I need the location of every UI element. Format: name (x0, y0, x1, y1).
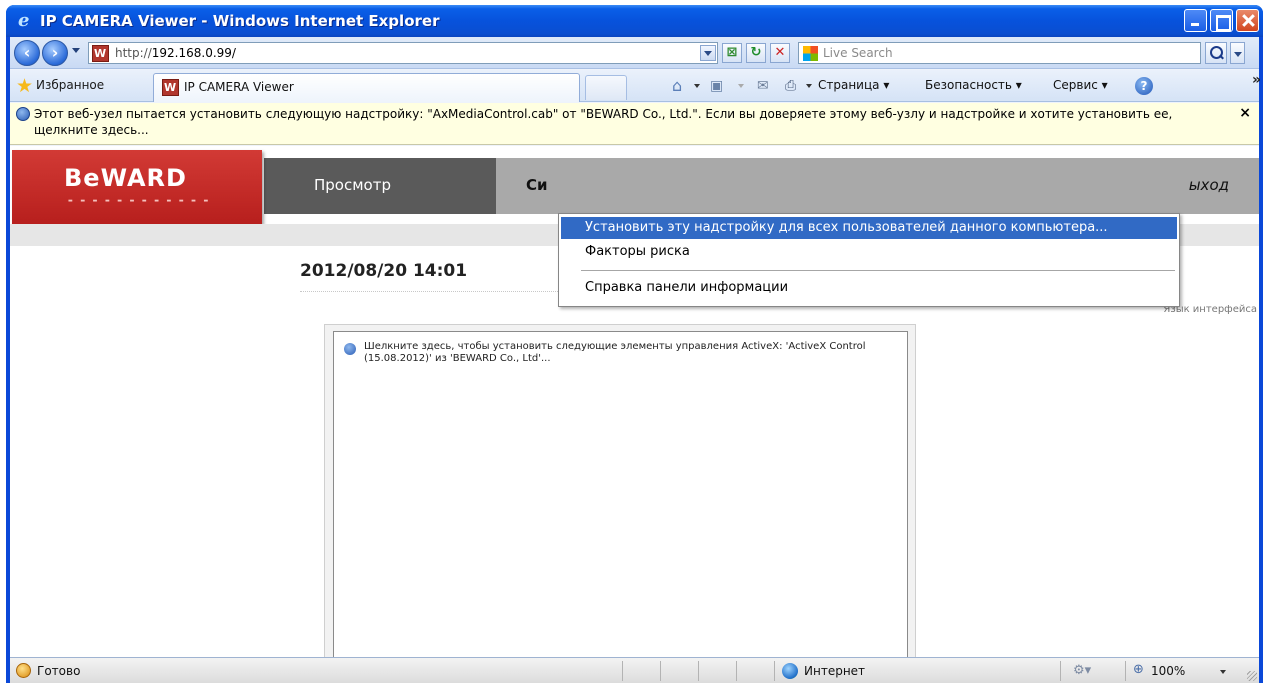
site-navbar: Просмотр Си ыход (264, 158, 1259, 214)
print-icon[interactable]: ⎙ (785, 77, 796, 95)
activex-notice[interactable]: Шелкните здесь, чтобы установить следующ… (364, 341, 899, 365)
zoom-level[interactable]: 100% (1151, 664, 1185, 678)
security-zone[interactable]: Интернет (804, 664, 865, 678)
compat-view-icon[interactable]: ⊠ (722, 43, 742, 63)
close-icon[interactable]: × (1239, 105, 1251, 121)
browser-client-area: ‹ › http://192.168.0.99/ ⊠ ↻ ✕ Live Sear… (10, 37, 1261, 683)
status-divider (1060, 661, 1061, 681)
help-icon[interactable]: ? (1135, 77, 1153, 95)
maximize-button[interactable] (1210, 9, 1233, 32)
video-frame: Шелкните здесь, чтобы установить следующ… (324, 324, 916, 657)
ie-logo-icon: e (18, 10, 30, 31)
feeds-icon[interactable]: ▣ (710, 77, 723, 95)
tools-menu[interactable]: Сервис ▾ (1053, 78, 1108, 92)
forward-button[interactable]: › (42, 40, 68, 66)
logo-text: BeWARD (64, 164, 187, 192)
status-divider (1125, 661, 1126, 681)
close-window-button[interactable] (1236, 9, 1259, 32)
status-divider (660, 661, 661, 681)
logo-tagline: ▬ ▬ ▬ ▬ ▬ ▬ ▬ ▬ ▬ ▬ ▬ ▬ (68, 198, 212, 204)
browser-window: e IP CAMERA Viewer - Windows Internet Ex… (6, 5, 1263, 683)
print-dropdown-icon[interactable] (806, 84, 812, 88)
refresh-icon[interactable]: ↻ (746, 43, 766, 63)
menu-separator (581, 270, 1175, 271)
more-commands-icon[interactable]: » (1252, 72, 1261, 88)
activex-placeholder[interactable]: Шелкните здесь, чтобы установить следующ… (333, 331, 908, 657)
site-favicon-icon (92, 45, 109, 62)
home-dropdown-icon[interactable] (694, 84, 700, 88)
search-input[interactable]: Live Search (798, 42, 1201, 64)
page-status-icon (16, 663, 31, 678)
command-bar: ★ Избранное IP CAMERA Viewer ⌂ ▣ ✉ ⎙ Стр… (10, 70, 1261, 102)
status-divider (622, 661, 623, 681)
information-bar-text[interactable]: Этот веб-узел пытается установить следую… (34, 106, 1224, 138)
address-toolbar: ‹ › http://192.168.0.99/ ⊠ ↻ ✕ Live Sear… (10, 37, 1259, 69)
mail-icon[interactable]: ✉ (757, 77, 769, 95)
status-divider (774, 661, 775, 681)
home-icon[interactable]: ⌂ (672, 77, 682, 95)
infobar-context-menu: Установить эту надстройку для всех польз… (558, 213, 1180, 307)
minimize-button[interactable] (1184, 9, 1207, 32)
status-divider (698, 661, 699, 681)
recent-pages-dropdown[interactable] (72, 48, 80, 53)
url-prefix: http:// (115, 46, 152, 60)
activex-shield-icon (344, 343, 356, 355)
search-options-button[interactable] (1230, 42, 1245, 64)
tab-favicon-icon (162, 79, 179, 96)
menu-item-risk-factors[interactable]: Факторы риска (561, 241, 1177, 263)
shield-info-icon (16, 107, 30, 121)
nav-item-exit[interactable]: ыход (1189, 176, 1229, 194)
back-button[interactable]: ‹ (14, 40, 40, 66)
page-menu[interactable]: Страница ▾ (818, 78, 889, 92)
nav-item-system[interactable]: Си (526, 176, 548, 194)
internet-zone-icon[interactable] (782, 663, 798, 679)
status-text: Готово (37, 664, 81, 678)
live-search-icon (803, 46, 818, 61)
stop-icon[interactable]: ✕ (770, 43, 790, 63)
menu-item-install-for-all[interactable]: Установить эту надстройку для всех польз… (561, 217, 1177, 239)
beward-logo[interactable]: BeWARD ▬ ▬ ▬ ▬ ▬ ▬ ▬ ▬ ▬ ▬ ▬ ▬ (12, 150, 262, 224)
information-bar[interactable]: Этот веб-узел пытается установить следую… (10, 103, 1259, 145)
title-bar[interactable]: e IP CAMERA Viewer - Windows Internet Ex… (6, 5, 1263, 37)
url-host: 192.168.0.99/ (151, 46, 236, 60)
search-placeholder: Live Search (823, 46, 893, 60)
site-header: Просмотр Си ыход BeWARD ▬ ▬ ▬ ▬ ▬ ▬ ▬ ▬ … (10, 146, 1259, 224)
menu-item-infobar-help[interactable]: Справка панели информации (561, 277, 1177, 299)
search-icon[interactable] (1205, 42, 1227, 64)
new-tab-button[interactable] (585, 75, 627, 100)
protected-mode-icon[interactable]: ⚙▾ (1073, 663, 1091, 678)
status-divider (736, 661, 737, 681)
address-dropdown-button[interactable] (700, 45, 716, 61)
security-menu[interactable]: Безопасность ▾ (925, 78, 1022, 92)
feeds-dropdown-icon[interactable] (738, 84, 744, 88)
nav-view-label: Просмотр (314, 176, 391, 194)
status-bar: Готово Интернет ⚙▾ ⊕ 100% (10, 657, 1259, 683)
address-input[interactable]: http://192.168.0.99/ (88, 42, 718, 64)
zoom-icon[interactable]: ⊕ (1133, 662, 1144, 677)
favorites-button[interactable]: Избранное (36, 78, 104, 92)
resize-grip-icon[interactable] (1247, 671, 1257, 681)
favorites-star-icon[interactable]: ★ (16, 77, 34, 96)
zoom-dropdown-icon[interactable] (1220, 670, 1226, 674)
tab-label: IP CAMERA Viewer (184, 80, 294, 94)
camera-datetime: 2012/08/20 14:01 (300, 261, 468, 281)
window-title: IP CAMERA Viewer - Windows Internet Expl… (40, 12, 440, 30)
nav-item-view[interactable]: Просмотр (264, 158, 496, 214)
tab-ip-camera-viewer[interactable]: IP CAMERA Viewer (153, 73, 580, 102)
